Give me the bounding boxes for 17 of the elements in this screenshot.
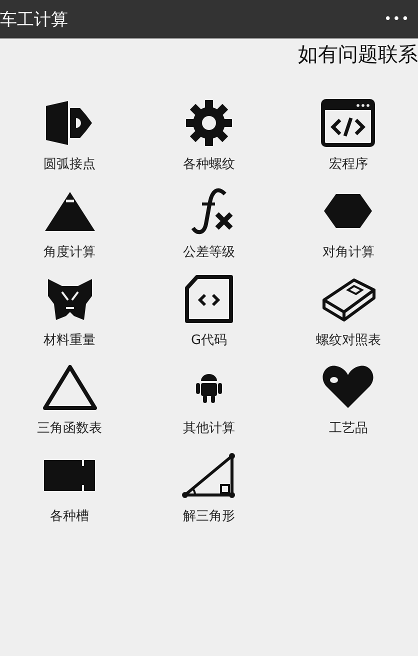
tool-button[interactable]: 对角计算: [278, 186, 418, 261]
tool-button[interactable]: 螺纹对照表: [278, 274, 418, 349]
tool-button[interactable]: 工艺品: [278, 362, 418, 437]
tool-button[interactable]: 公差等级: [139, 186, 279, 261]
tool-button[interactable]: G代码: [139, 274, 279, 349]
tool-button[interactable]: 圆弧接点: [0, 98, 140, 173]
tool-button[interactable]: 各种槽: [0, 450, 140, 525]
app-title: 车工计算: [0, 8, 68, 30]
tool-button[interactable]: 宏程序: [278, 98, 418, 173]
tool-button[interactable]: 角度计算: [0, 186, 140, 261]
tool-button[interactable]: 解三角形: [139, 450, 279, 525]
notice-text: 如有问题联系: [298, 41, 418, 68]
tool-button[interactable]: 各种螺纹: [139, 98, 279, 173]
tool-button[interactable]: 材料重量: [0, 274, 140, 349]
more-menu-button[interactable]: •••: [384, 12, 410, 26]
tool-button[interactable]: 其他计算: [139, 362, 279, 437]
tool-button[interactable]: 三角函数表: [0, 362, 140, 437]
